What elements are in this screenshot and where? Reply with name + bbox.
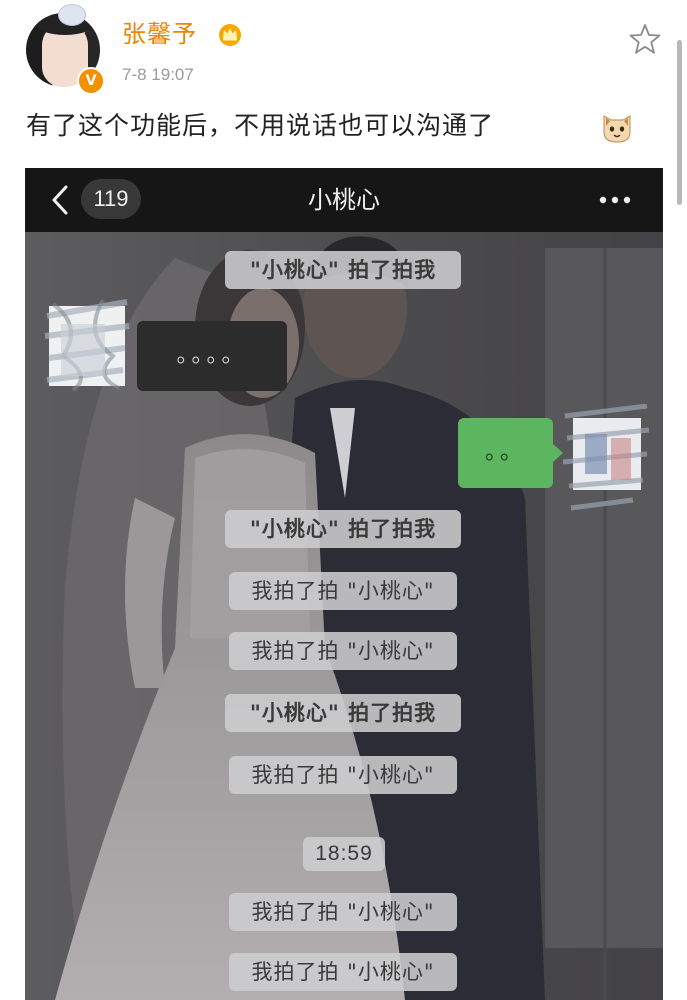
pat-notice: "小桃心" 拍了拍我 (225, 251, 461, 289)
username[interactable]: 张馨予 (122, 18, 197, 50)
crown-icon (219, 24, 241, 46)
post-text: 有了这个功能后，不用说话也可以沟通了 (26, 111, 495, 140)
my-avatar-blurred[interactable] (563, 404, 649, 516)
chat-screenshot: 119 小桃心 "小桃心" 拍了拍我 。。。。 。。 "小桃心" 拍了拍我 我拍… (25, 168, 663, 1000)
pat-notice: 我拍了拍 "小桃心" (229, 632, 457, 670)
cat-emoji-icon (603, 115, 631, 143)
incoming-message-bubble[interactable]: 。。。。 (137, 321, 287, 391)
verified-badge-icon: V (77, 67, 105, 95)
page-scrollbar[interactable] (677, 40, 682, 205)
outgoing-message-bubble[interactable]: 。。 (458, 418, 563, 488)
pat-notice: 我拍了拍 "小桃心" (229, 953, 457, 991)
avatar-sticker-icon (58, 4, 86, 26)
pat-notice: 我拍了拍 "小桃心" (229, 756, 457, 794)
chat-header: 119 小桃心 (25, 168, 663, 232)
contact-avatar-blurred[interactable] (43, 296, 131, 392)
ellipsis-icon[interactable] (597, 190, 633, 210)
star-icon[interactable] (628, 22, 662, 56)
chat-title: 小桃心 (308, 186, 380, 214)
pat-notice: 我拍了拍 "小桃心" (229, 893, 457, 931)
pat-notice: "小桃心" 拍了拍我 (225, 694, 461, 732)
pat-notice: "小桃心" 拍了拍我 (225, 510, 461, 548)
post-timestamp: 7-8 19:07 (122, 65, 194, 84)
pat-notice: 我拍了拍 "小桃心" (229, 572, 457, 610)
time-divider: 18:59 (303, 837, 385, 871)
